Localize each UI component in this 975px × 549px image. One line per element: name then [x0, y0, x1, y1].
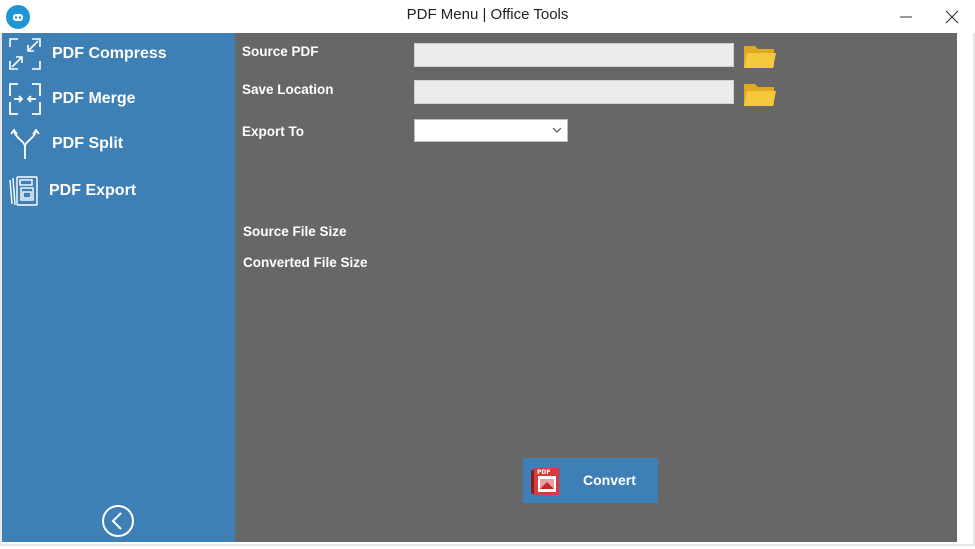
pdf-export-icon: [6, 174, 40, 208]
merge-icon: [8, 82, 42, 116]
source-pdf-label: Source PDF: [242, 44, 319, 59]
compress-icon: [8, 37, 42, 71]
export-to-label: Export To: [242, 124, 304, 139]
chevron-down-icon: [552, 127, 562, 133]
source-browse-button[interactable]: [743, 42, 777, 70]
export-to-select[interactable]: [414, 119, 568, 142]
window-title: PDF Menu | Office Tools: [406, 6, 569, 23]
close-icon: [945, 10, 959, 23]
save-location-field[interactable]: [414, 80, 734, 104]
convert-button[interactable]: PDF Convert: [523, 458, 658, 503]
split-icon: [8, 127, 42, 161]
save-location-label: Save Location: [242, 82, 334, 97]
title-bar: PDF Menu | Office Tools: [0, 0, 975, 33]
sidebar-item-label: PDF Compress: [52, 45, 167, 62]
main-content: Source PDF Save Location Export To Sourc…: [235, 33, 957, 542]
sidebar-item-label: PDF Merge: [52, 90, 136, 107]
save-location-browse-button[interactable]: [743, 80, 777, 108]
close-button[interactable]: [929, 0, 975, 33]
right-border-strip: [957, 33, 973, 542]
sidebar: PDF Compress PDF Merge PDF Split PDF Exp…: [2, 33, 235, 542]
folder-icon: [744, 46, 776, 68]
sidebar-item-label: PDF Export: [49, 182, 137, 199]
sidebar-item-pdf-merge[interactable]: PDF Merge: [2, 78, 235, 120]
sidebar-item-label: PDF Split: [52, 135, 124, 152]
back-button[interactable]: [101, 504, 135, 538]
svg-text:PDF: PDF: [537, 469, 550, 476]
back-circle-icon: [102, 505, 134, 537]
pdf-file-icon: PDF: [531, 468, 559, 495]
source-pdf-field[interactable]: [414, 43, 734, 67]
sidebar-item-pdf-export[interactable]: PDF Export: [2, 170, 235, 212]
convert-label: Convert: [583, 472, 636, 488]
sidebar-item-pdf-split[interactable]: PDF Split: [2, 123, 235, 165]
source-file-size-label: Source File Size: [243, 224, 347, 239]
folder-icon: [744, 84, 776, 106]
converted-file-size-label: Converted File Size: [243, 255, 368, 270]
sidebar-item-pdf-compress[interactable]: PDF Compress: [2, 33, 235, 75]
minimize-button[interactable]: [883, 0, 929, 33]
minimize-icon: [900, 16, 912, 17]
